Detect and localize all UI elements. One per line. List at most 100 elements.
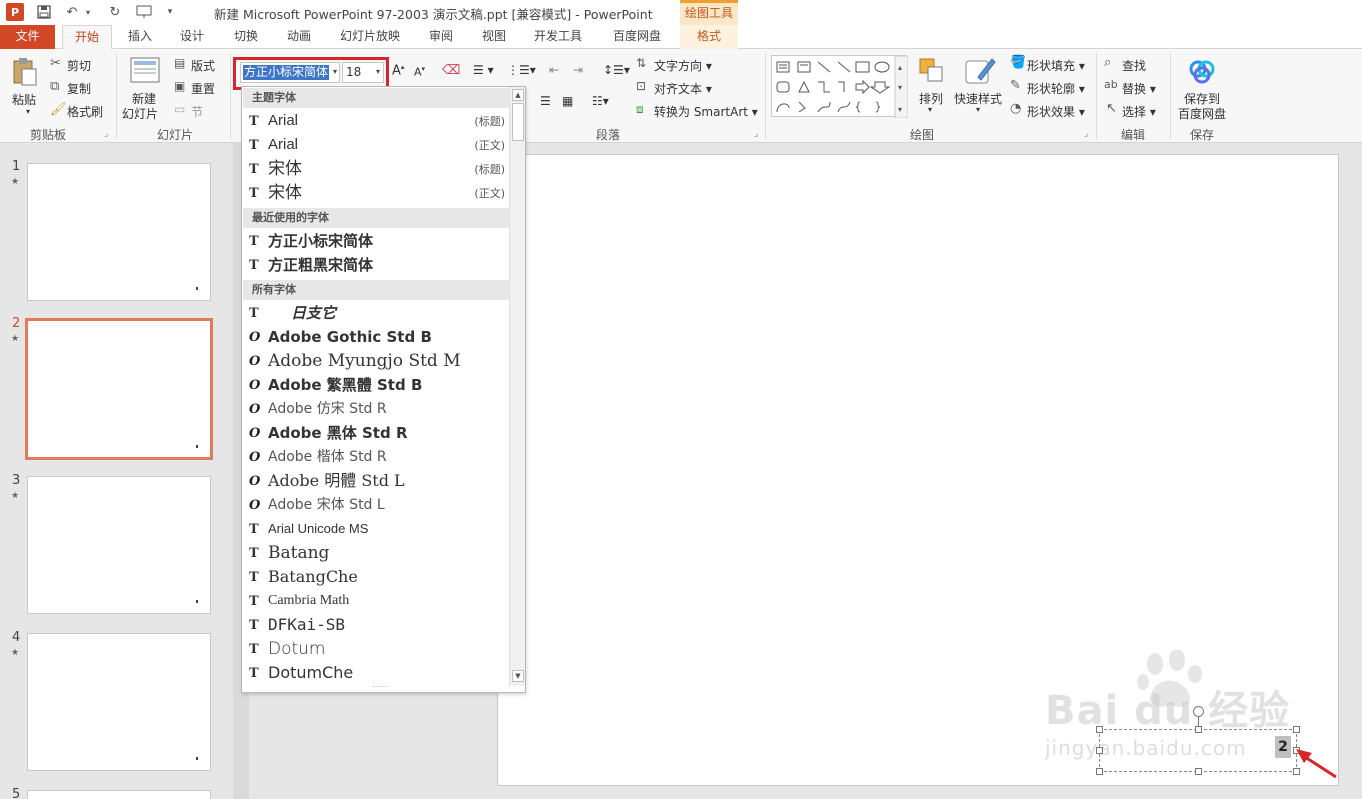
customize-qat-icon[interactable]: ▾: [160, 3, 180, 21]
reset-button[interactable]: 重置: [191, 80, 215, 97]
font-option-arial-heading[interactable]: T Arial (标题): [245, 109, 509, 133]
font-option-adobe-fanheiti[interactable]: O Adobe 繁黑體 Std B: [245, 373, 509, 397]
font-option-songti-heading[interactable]: T 宋体 (标题): [245, 157, 509, 181]
paragraph-launcher-icon[interactable]: ⌟: [754, 129, 758, 139]
baidu-netdisk-icon[interactable]: [1188, 57, 1216, 88]
cut-icon[interactable]: ✂: [50, 57, 61, 70]
format-painter-button[interactable]: 格式刷: [67, 103, 103, 120]
copy-icon[interactable]: ⧉: [50, 80, 59, 93]
tab-review[interactable]: 审阅: [419, 25, 463, 49]
cut-button[interactable]: 剪切: [67, 57, 91, 74]
shrink-font-icon[interactable]: A▾: [414, 65, 425, 79]
font-option-adobe-gothic[interactable]: O Adobe Gothic Std B: [245, 325, 509, 349]
arrange-icon[interactable]: [918, 57, 946, 88]
shape-fill-button[interactable]: 形状填充 ▾: [1027, 57, 1085, 74]
reset-icon[interactable]: ▣: [174, 80, 185, 92]
powerpoint-app-icon[interactable]: P: [6, 3, 24, 21]
smartart-icon[interactable]: ⧈: [636, 103, 644, 115]
font-option-adobe-mingti[interactable]: O Adobe 明體 Std L: [245, 469, 509, 493]
shape-outline-icon[interactable]: ✎: [1010, 79, 1021, 92]
resize-grip-icon[interactable]: ⋯⋯: [372, 682, 388, 691]
bullets-icon[interactable]: ☰ ▾: [473, 63, 494, 77]
align-text-icon[interactable]: ⊡: [636, 80, 646, 92]
tab-format[interactable]: 格式: [680, 25, 738, 49]
font-option-fangzheng-xiaobiaosong[interactable]: T 方正小标宋简体: [245, 229, 509, 253]
layout-button[interactable]: 版式: [191, 57, 215, 74]
align-text-button[interactable]: 对齐文本 ▾: [654, 80, 712, 97]
tab-design[interactable]: 设计: [170, 25, 214, 49]
slide-thumbnail-4[interactable]: [27, 633, 211, 771]
section-icon[interactable]: ▭: [174, 103, 185, 115]
start-slideshow-icon[interactable]: [134, 3, 154, 21]
resize-handle-ne[interactable]: [1293, 726, 1300, 733]
slide-thumbnail-1[interactable]: [27, 163, 211, 301]
resize-handle-n[interactable]: [1195, 726, 1202, 733]
tab-transitions[interactable]: 切换: [224, 25, 268, 49]
clipboard-launcher-icon[interactable]: ⌟: [104, 129, 108, 139]
resize-handle-nw[interactable]: [1096, 726, 1103, 733]
columns-icon[interactable]: ☷▾: [592, 94, 609, 108]
numbering-icon[interactable]: ⋮☰▾: [507, 63, 536, 77]
find-icon[interactable]: ⌕: [1104, 56, 1111, 69]
font-option-batangche[interactable]: T BatangChe: [245, 565, 509, 589]
font-list-scrollbar[interactable]: ▲ ▼: [509, 87, 525, 686]
font-option-adobe-fangsong[interactable]: O Adobe 仿宋 Std R: [245, 397, 509, 421]
line-spacing-icon[interactable]: ↕☰▾: [603, 63, 630, 77]
tab-file[interactable]: 文件: [0, 25, 55, 49]
font-option-adobe-myungjo[interactable]: O Adobe Myungjo Std M: [245, 349, 509, 373]
quick-styles-icon[interactable]: [964, 55, 996, 90]
slide-thumbnail-5[interactable]: [27, 790, 211, 799]
tab-slideshow[interactable]: 幻灯片放映: [330, 25, 410, 49]
font-option-arial-body[interactable]: T Arial (正文): [245, 133, 509, 157]
rotate-handle[interactable]: [1193, 706, 1204, 717]
font-option-symbol-font[interactable]: T 日支它: [245, 301, 509, 325]
font-option-dfkai-sb[interactable]: T DFKai-SB: [245, 613, 509, 637]
clear-formatting-icon[interactable]: ⌫: [442, 63, 460, 78]
text-direction-button[interactable]: 文字方向 ▾: [654, 57, 712, 74]
align-center-icon[interactable]: ☰: [540, 94, 551, 108]
save-to-baidu-button[interactable]: 百度网盘: [1178, 105, 1226, 122]
resize-handle-w[interactable]: [1096, 747, 1103, 754]
paste-dropdown-icon[interactable]: ▾: [26, 107, 30, 116]
scroll-down-icon[interactable]: ▼: [512, 670, 524, 682]
format-painter-icon[interactable]: 🖌: [50, 103, 67, 116]
font-option-arial-unicode-ms[interactable]: T Arial Unicode MS: [245, 517, 509, 541]
find-button[interactable]: 查找: [1122, 57, 1146, 74]
shapes-gallery[interactable]: ▴ ▾ ▾: [771, 55, 908, 118]
select-icon[interactable]: ↖: [1106, 102, 1117, 115]
scrollbar-thumb[interactable]: [512, 103, 524, 141]
scroll-up-icon[interactable]: ▲: [512, 89, 524, 101]
tab-home[interactable]: 开始: [62, 25, 112, 50]
select-button[interactable]: 选择 ▾: [1122, 103, 1156, 120]
quick-styles-dropdown-icon[interactable]: ▾: [976, 105, 980, 114]
paste-icon[interactable]: [12, 57, 38, 90]
font-option-batang[interactable]: T Batang: [245, 541, 509, 565]
justify-icon[interactable]: ▦: [562, 94, 573, 108]
font-option-adobe-songti[interactable]: O Adobe 宋体 Std L: [245, 493, 509, 517]
shape-effects-button[interactable]: 形状效果 ▾: [1027, 103, 1085, 120]
redo-icon[interactable]: ↻: [105, 3, 125, 21]
replace-button[interactable]: 替换 ▾: [1122, 80, 1156, 97]
grow-font-icon[interactable]: A▴: [392, 63, 404, 78]
font-option-cambria-math[interactable]: T Cambria Math: [245, 589, 509, 613]
slide-thumbnail-2[interactable]: [25, 318, 213, 460]
arrange-dropdown-icon[interactable]: ▾: [928, 105, 932, 114]
font-option-adobe-heiti[interactable]: O Adobe 黑体 Std R: [245, 421, 509, 445]
font-option-dotum[interactable]: T Dotum: [245, 637, 509, 661]
shape-fill-icon[interactable]: 🪣: [1010, 56, 1026, 69]
tab-insert[interactable]: 插入: [118, 25, 162, 49]
undo-dropdown-icon[interactable]: ▾: [78, 3, 98, 21]
slide-thumbnail-3[interactable]: [27, 476, 211, 614]
increase-indent-icon[interactable]: ⇥: [573, 63, 583, 77]
copy-button[interactable]: 复制: [67, 80, 91, 97]
convert-smartart-button[interactable]: 转换为 SmartArt ▾: [654, 103, 758, 120]
shape-effects-icon[interactable]: ◔: [1010, 102, 1021, 115]
new-slide-icon[interactable]: [130, 57, 160, 88]
text-direction-icon[interactable]: ⇅: [636, 57, 646, 69]
paste-button[interactable]: 粘贴: [12, 91, 36, 108]
resize-handle-sw[interactable]: [1096, 768, 1103, 775]
font-option-fangzheng-cuheisong[interactable]: T 方正粗黑宋简体: [245, 253, 509, 277]
resize-handle-s[interactable]: [1195, 768, 1202, 775]
section-button[interactable]: 节: [191, 103, 203, 120]
replace-icon[interactable]: ab: [1104, 79, 1118, 90]
